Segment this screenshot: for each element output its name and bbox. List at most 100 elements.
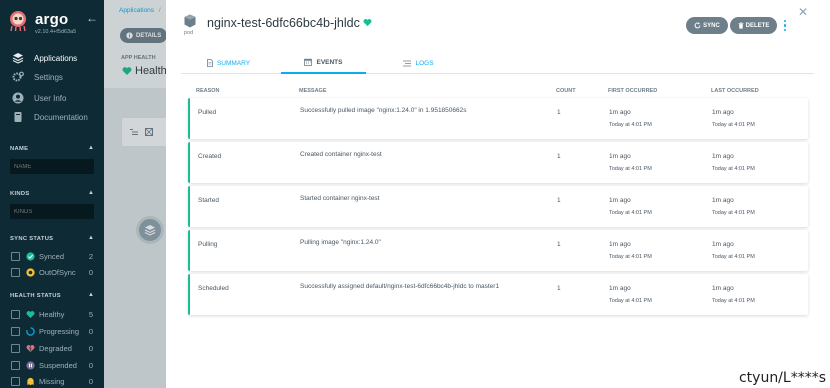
outofsync-label: OutOfSync bbox=[39, 267, 76, 277]
filter-outofsync[interactable]: OutOfSync 0 bbox=[11, 266, 93, 278]
table-row: Started Started container nginx-test 1 1… bbox=[188, 186, 808, 227]
outofsync-count: 0 bbox=[88, 267, 93, 277]
healthy-heart-icon bbox=[363, 16, 372, 30]
event-reason: Started bbox=[198, 197, 219, 204]
progressing-checkbox[interactable] bbox=[11, 326, 20, 336]
event-first-occurred: 1m ago bbox=[609, 197, 631, 204]
tab-logs-label: LOGS bbox=[415, 59, 434, 67]
circle-notch-icon bbox=[26, 326, 35, 336]
outofsync-checkbox[interactable] bbox=[11, 267, 20, 277]
collapse-name-section-icon[interactable]: ▲ bbox=[88, 145, 94, 151]
collapse-health-status-icon[interactable]: ▲ bbox=[88, 292, 94, 298]
column-header-last-occurred: LAST OCCURRED bbox=[711, 88, 759, 94]
events-table-header: REASON MESSAGE COUNT FIRST OCCURRED LAST… bbox=[188, 86, 808, 98]
missing-count: 0 bbox=[88, 376, 93, 386]
version-label: v2.10.4+f5d63a5 bbox=[35, 29, 77, 35]
event-count: 1 bbox=[557, 197, 561, 204]
brand-name: argo bbox=[35, 11, 69, 28]
event-message: Created container nginx-test bbox=[300, 151, 382, 158]
tab-events[interactable]: EVENTS bbox=[281, 52, 366, 74]
event-last-occurred: 1m ago bbox=[712, 109, 734, 116]
collapse-kinds-section-icon[interactable]: ▲ bbox=[88, 190, 94, 196]
synced-checkbox[interactable] bbox=[11, 251, 20, 261]
event-last-occurred: 1m ago bbox=[712, 285, 734, 292]
calendar-icon bbox=[304, 58, 313, 66]
filter-missing[interactable]: Missing 0 bbox=[11, 375, 93, 387]
resource-details-panel: pod nginx-test-6dfc66bc4b-jhldc SYNC DEL… bbox=[166, 0, 830, 388]
layers-icon bbox=[12, 52, 24, 64]
events-table: REASON MESSAGE COUNT FIRST OCCURRED LAST… bbox=[188, 86, 808, 315]
table-row: Created Created container nginx-test 1 1… bbox=[188, 142, 808, 183]
degraded-count: 0 bbox=[88, 343, 93, 353]
sync-button[interactable]: SYNC bbox=[686, 17, 728, 34]
file-icon bbox=[207, 59, 213, 67]
missing-checkbox[interactable] bbox=[11, 376, 20, 386]
event-message: Successfully assigned default/nginx-test… bbox=[300, 283, 500, 290]
suspended-label: Suspended bbox=[39, 360, 77, 370]
nav-item-applications[interactable]: Applications bbox=[12, 51, 77, 65]
event-message: Successfully pulled image "nginx:1.24.0"… bbox=[300, 107, 467, 114]
ghost-icon bbox=[26, 377, 35, 386]
filter-suspended[interactable]: Suspended 0 bbox=[11, 359, 93, 371]
filter-synced[interactable]: Synced 2 bbox=[11, 250, 93, 262]
gears-icon bbox=[12, 71, 24, 83]
arrow-circle-icon bbox=[26, 267, 35, 277]
tab-summary-label: SUMMARY bbox=[216, 59, 251, 67]
nav-item-user-info[interactable]: User Info bbox=[12, 91, 66, 105]
event-count: 1 bbox=[557, 153, 561, 160]
suspended-checkbox[interactable] bbox=[11, 360, 20, 370]
degraded-label: Degraded bbox=[39, 343, 72, 353]
event-last-occurred-time: Today at 4:01 PM bbox=[712, 298, 755, 304]
resource-title: nginx-test-6dfc66bc4b-jhldc bbox=[207, 16, 372, 30]
progressing-label: Progressing bbox=[39, 326, 80, 336]
tab-summary[interactable]: SUMMARY bbox=[186, 52, 271, 74]
filter-section-sync-status-title: SYNC STATUS bbox=[10, 236, 54, 242]
healthy-checkbox[interactable] bbox=[11, 309, 20, 319]
resource-kind-label: pod bbox=[184, 30, 194, 36]
event-reason: Scheduled bbox=[198, 285, 229, 292]
event-count: 1 bbox=[557, 285, 561, 292]
close-icon[interactable]: ✕ bbox=[798, 5, 808, 19]
table-row: Scheduled Successfully assigned default/… bbox=[188, 274, 808, 315]
tab-events-label: EVENTS bbox=[316, 58, 343, 66]
table-row: Pulled Successfully pulled image "nginx:… bbox=[188, 98, 808, 139]
event-reason: Pulled bbox=[198, 109, 217, 116]
event-message: Pulling image "nginx:1.24.0" bbox=[300, 239, 381, 246]
filter-healthy[interactable]: Healthy 5 bbox=[11, 308, 93, 320]
filter-progressing[interactable]: Progressing 0 bbox=[11, 325, 93, 337]
user-circle-icon bbox=[12, 92, 24, 104]
event-reason: Created bbox=[198, 153, 222, 160]
nav-item-documentation[interactable]: Documentation bbox=[12, 110, 88, 124]
resource-name: nginx-test-6dfc66bc4b-jhldc bbox=[207, 16, 360, 30]
argo-logo-icon bbox=[10, 11, 26, 32]
tab-logs[interactable]: LOGS bbox=[376, 52, 461, 74]
sidebar: argo v2.10.4+f5d63a5 ← Applications Sett… bbox=[0, 0, 104, 388]
healthy-count: 5 bbox=[88, 309, 93, 319]
delete-button-label: DELETE bbox=[745, 22, 770, 29]
event-last-occurred: 1m ago bbox=[712, 197, 734, 204]
collapse-sync-status-icon[interactable]: ▲ bbox=[88, 235, 94, 241]
event-first-occurred-time: Today at 4:01 PM bbox=[609, 122, 652, 128]
more-options-icon[interactable] bbox=[781, 17, 789, 34]
event-count: 1 bbox=[557, 109, 561, 116]
pod-icon bbox=[184, 14, 196, 28]
table-row: Pulling Pulling image "nginx:1.24.0" 1 1… bbox=[188, 230, 808, 271]
kinds-filter-input[interactable] bbox=[10, 204, 94, 219]
event-last-occurred-time: Today at 4:01 PM bbox=[712, 254, 755, 260]
suspended-count: 0 bbox=[88, 360, 93, 370]
filter-degraded[interactable]: Degraded 0 bbox=[11, 342, 93, 354]
event-first-occurred-time: Today at 4:01 PM bbox=[609, 254, 652, 260]
event-first-occurred: 1m ago bbox=[609, 109, 631, 116]
name-filter-input[interactable] bbox=[10, 159, 94, 174]
missing-label: Missing bbox=[39, 376, 65, 386]
delete-button[interactable]: DELETE bbox=[730, 17, 777, 34]
event-first-occurred-time: Today at 4:01 PM bbox=[609, 210, 652, 216]
degraded-checkbox[interactable] bbox=[11, 343, 20, 353]
column-header-message: MESSAGE bbox=[299, 88, 327, 94]
list-icon bbox=[403, 60, 412, 67]
event-first-occurred-time: Today at 4:01 PM bbox=[609, 166, 652, 172]
event-count: 1 bbox=[557, 241, 561, 248]
collapse-sidebar-arrow-icon[interactable]: ← bbox=[86, 11, 98, 25]
column-header-reason: REASON bbox=[196, 88, 220, 94]
nav-item-settings[interactable]: Settings bbox=[12, 70, 63, 84]
